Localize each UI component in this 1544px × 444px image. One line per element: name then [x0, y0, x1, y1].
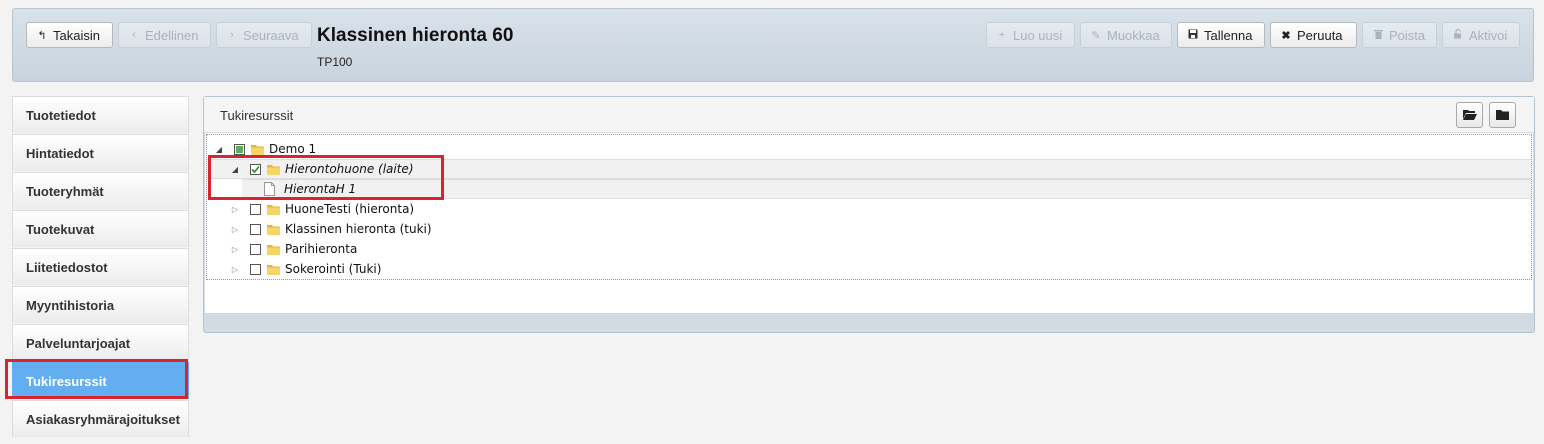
support-resources-panel: Tukiresurssit ◢ Demo 1 ◢ Hierontohuone (…: [203, 96, 1535, 333]
folder-icon: [251, 144, 264, 155]
product-code: TP100: [317, 55, 353, 69]
folder-icon: [267, 204, 280, 215]
tree-node-label: Demo 1: [269, 142, 317, 156]
expand-all-button[interactable]: [1456, 102, 1483, 128]
chevron-right-icon: ›: [230, 29, 234, 41]
previous-button[interactable]: ‹ Edellinen: [118, 22, 211, 48]
cancel-button[interactable]: ✖ Peruuta: [1270, 22, 1357, 48]
panel-title: Tukiresurssit: [220, 108, 294, 123]
folder-icon: [267, 264, 280, 275]
tree-node-klassinen-hieronta[interactable]: ▷ Klassinen hieronta (tuki): [207, 219, 1531, 239]
highlight-box-tree: [208, 155, 444, 200]
tree-checkbox[interactable]: [250, 203, 261, 215]
tree-checkbox[interactable]: [250, 243, 261, 255]
sidebar-item-prices[interactable]: Hintatiedot: [12, 134, 189, 171]
floppy-disk-icon: [1188, 29, 1198, 42]
tree-node-label: Klassinen hieronta (tuki): [285, 222, 432, 236]
sidebar-item-attachments[interactable]: Liitetiedostot: [12, 248, 189, 285]
tree-checkbox[interactable]: [250, 263, 261, 275]
expand-toggle-icon[interactable]: ▷: [230, 245, 240, 254]
folder-icon: [267, 224, 280, 235]
new-button[interactable]: + Luo uusi: [986, 22, 1075, 48]
page-title: Klassinen hieronta 60: [317, 25, 514, 46]
collapse-all-button[interactable]: [1489, 102, 1516, 128]
sidebar-item-customer-group-restrictions[interactable]: Asiakasryhmärajoitukset: [12, 400, 189, 437]
expand-toggle-icon[interactable]: ▷: [230, 225, 240, 234]
expand-toggle-icon[interactable]: ▷: [230, 205, 240, 214]
chevron-left-icon: ‹: [132, 29, 136, 41]
trash-icon: [1373, 29, 1383, 42]
plus-icon: +: [998, 29, 1006, 41]
expand-toggle-icon[interactable]: ▷: [230, 265, 240, 274]
folder-icon: [267, 244, 280, 255]
record-header: ↰ Takaisin ‹ Edellinen › Seuraava Klassi…: [12, 8, 1534, 82]
close-icon: ✖: [1281, 29, 1291, 42]
panel-header: Tukiresurssit: [204, 97, 1534, 133]
unlock-icon: [1453, 28, 1463, 42]
partial-check-icon: [236, 145, 243, 153]
pencil-icon: ✎: [1091, 29, 1101, 42]
sidebar-item-product-info[interactable]: Tuotetiedot: [12, 96, 189, 133]
tree-node-label: Parihieronta: [285, 242, 358, 256]
back-button[interactable]: ↰ Takaisin: [26, 22, 113, 48]
edit-button[interactable]: ✎ Muokkaa: [1080, 22, 1172, 48]
tree-checkbox-partial[interactable]: [234, 143, 245, 155]
tree-node-huonetesti[interactable]: ▷ HuoneTesti (hieronta): [207, 199, 1531, 219]
folder-open-icon: [1462, 108, 1477, 123]
sidebar-item-product-groups[interactable]: Tuoteryhmät: [12, 172, 189, 209]
expand-toggle-icon[interactable]: ◢: [214, 145, 224, 154]
tree-node-label: HuoneTesti (hieronta): [285, 202, 415, 216]
delete-button[interactable]: Poista: [1362, 22, 1437, 48]
back-arrow-icon: ↰: [37, 29, 47, 42]
sidebar-item-sales-history[interactable]: Myyntihistoria: [12, 286, 189, 323]
activate-button[interactable]: Aktivoi: [1442, 22, 1520, 48]
tree-checkbox[interactable]: [250, 223, 261, 235]
highlight-box-sidebar: [5, 359, 188, 399]
sidebar-item-product-images[interactable]: Tuotekuvat: [12, 210, 189, 247]
next-button[interactable]: › Seuraava: [216, 22, 312, 48]
sidebar-item-service-providers[interactable]: Palveluntarjoajat: [12, 324, 189, 361]
tree-node-sokerointi[interactable]: ▷ Sokerointi (Tuki): [207, 259, 1531, 279]
tree-node-label: Sokerointi (Tuki): [285, 262, 382, 276]
folder-icon: [1496, 108, 1509, 123]
tree-node-parihieronta[interactable]: ▷ Parihieronta: [207, 239, 1531, 259]
save-button[interactable]: Tallenna: [1177, 22, 1265, 48]
